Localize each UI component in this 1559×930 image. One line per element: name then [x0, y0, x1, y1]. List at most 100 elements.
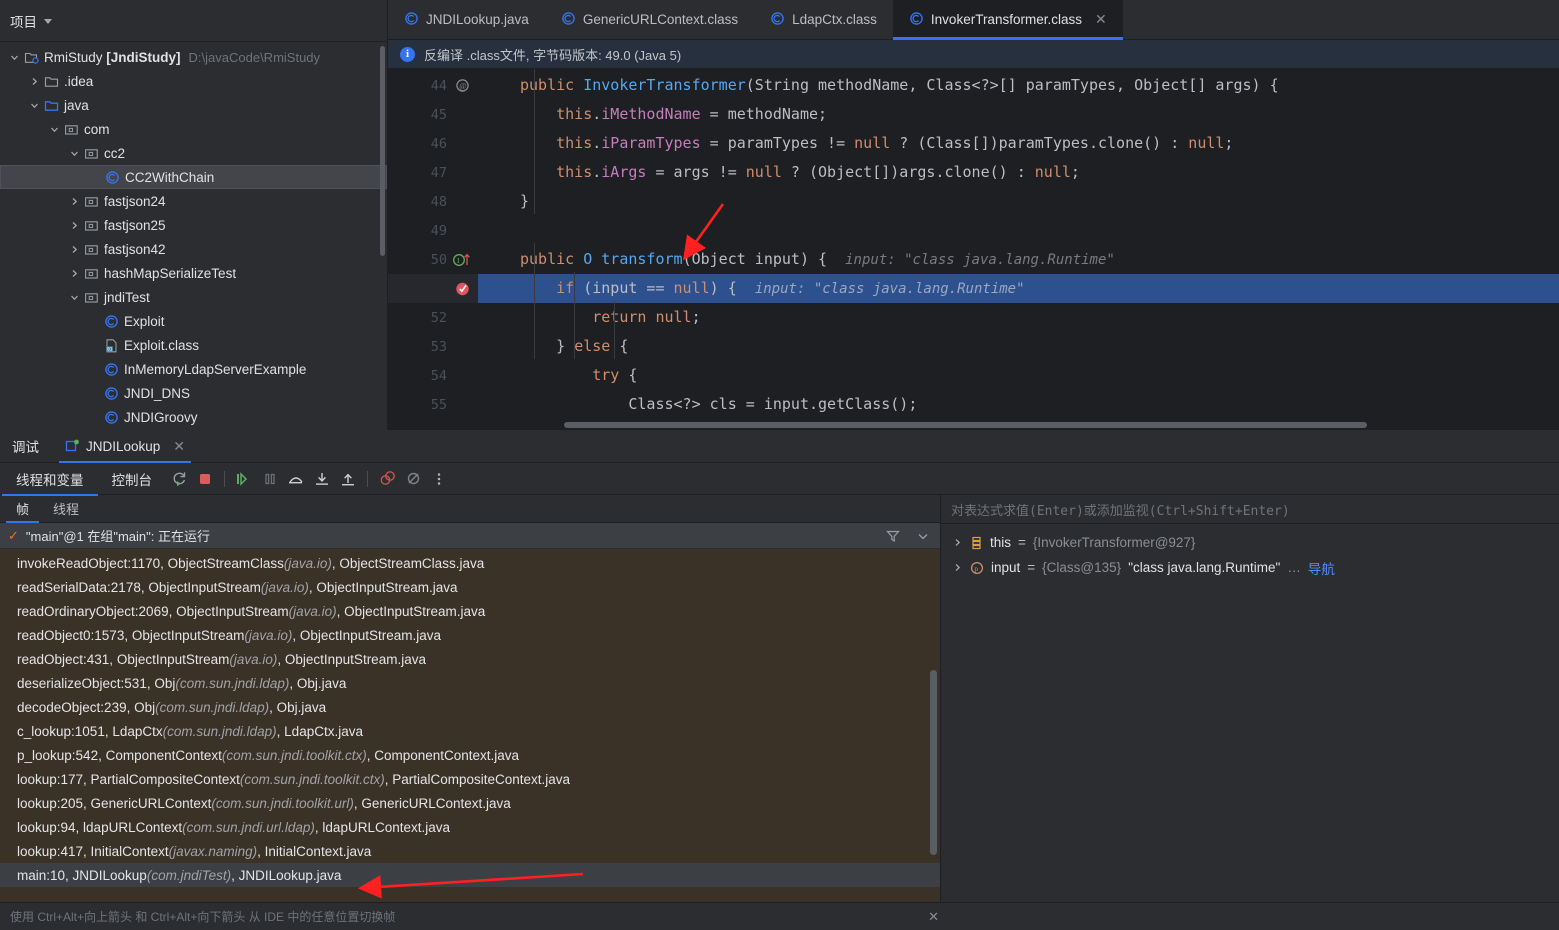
chevron-down-icon[interactable] — [66, 293, 82, 302]
chevron-down-icon[interactable] — [44, 19, 52, 24]
project-panel-header[interactable]: 项目 — [0, 0, 387, 42]
more-options-icon[interactable] — [426, 466, 452, 492]
gutter-row[interactable]: 49 — [388, 216, 478, 245]
frame-row[interactable]: readOrdinaryObject:2069, ObjectInputStre… — [0, 599, 940, 623]
tree-item[interactable]: java — [0, 93, 387, 117]
tab-console[interactable]: 控制台 — [98, 463, 167, 495]
tree-item[interactable]: JNDI_DNS — [0, 381, 387, 405]
evaluate-expression-input[interactable]: 对表达式求值(Enter)或添加监视(Ctrl+Shift+Enter) — [941, 495, 1559, 524]
frame-row[interactable]: readObject0:1573, ObjectInputStream (jav… — [0, 623, 940, 647]
tree-item[interactable]: fastjson42 — [0, 237, 387, 261]
frame-row[interactable]: lookup:177, PartialCompositeContext (com… — [0, 767, 940, 791]
variable-row[interactable]: this = {InvokerTransformer@927} — [941, 530, 1559, 555]
chevron-down-icon[interactable] — [66, 149, 82, 158]
variables-list[interactable]: this = {InvokerTransformer@927} p input = {Cla… — [941, 524, 1559, 902]
tree-item[interactable]: fastjson25 — [0, 213, 387, 237]
step-into-icon[interactable] — [309, 466, 335, 492]
breakpoint-icon[interactable] — [451, 280, 473, 297]
gutter-row[interactable]: 52 — [388, 303, 478, 332]
frame-row[interactable]: lookup:94, ldapURLContext (com.sun.jndi.… — [0, 815, 940, 839]
pause-icon[interactable] — [257, 466, 283, 492]
close-icon[interactable]: ✕ — [173, 438, 185, 455]
stop-icon[interactable] — [192, 466, 218, 492]
override-icon[interactable]: @ — [451, 78, 473, 93]
close-icon[interactable]: ✕ — [928, 909, 939, 925]
frame-row[interactable]: readObject:431, ObjectInputStream (java.… — [0, 647, 940, 671]
frame-row[interactable]: lookup:417, InitialContext (javax.naming… — [0, 839, 940, 863]
editor-tab[interactable]: JNDILookup.java — [388, 0, 545, 39]
step-over-icon[interactable] — [283, 466, 309, 492]
frame-method: lookup:177, PartialCompositeContext — [17, 771, 240, 787]
gutter-row[interactable]: 53 — [388, 332, 478, 361]
gutter-row[interactable]: 54 — [388, 361, 478, 390]
implemented-method-icon[interactable]: I — [451, 252, 473, 268]
chevron-right-icon[interactable] — [66, 197, 82, 206]
gutter-row[interactable] — [388, 274, 478, 303]
tree-item[interactable]: Exploit — [0, 309, 387, 333]
variable-row[interactable]: p input = {Class@135} "class java.lang.Runti… — [941, 555, 1559, 580]
chevron-down-icon[interactable] — [6, 53, 22, 62]
tree-item[interactable]: jndiTest — [0, 285, 387, 309]
editor-tab[interactable]: LdapCtx.class — [754, 0, 893, 39]
chevron-right-icon[interactable] — [26, 77, 42, 86]
tab-threads-and-variables[interactable]: 线程和变量 — [2, 463, 98, 496]
frame-row[interactable]: readSerialData:2178, ObjectInputStream (… — [0, 575, 940, 599]
frames-subtab[interactable]: 线程 — [41, 495, 91, 523]
tree-item[interactable]: hashMapSerializeTest — [0, 261, 387, 285]
rerun-icon[interactable] — [166, 466, 192, 492]
view-breakpoints-icon[interactable] — [400, 466, 426, 492]
editor-tab[interactable]: GenericURLContext.class — [545, 0, 754, 39]
chevron-right-icon[interactable] — [66, 269, 82, 278]
chevron-right-icon[interactable] — [951, 538, 963, 547]
frame-row[interactable]: deserializeObject:531, Obj (com.sun.jndi… — [0, 671, 940, 695]
gutter-row[interactable]: 45 — [388, 100, 478, 129]
tree-item[interactable]: cc2 — [0, 141, 387, 165]
frames-scrollbar[interactable] — [930, 670, 937, 855]
frame-row[interactable]: lookup:205, GenericURLContext (com.sun.j… — [0, 791, 940, 815]
tree-item[interactable]: RmiStudy [JndiStudy] D:\javaCode\RmiStudy — [0, 45, 387, 69]
gutter-row[interactable]: 46 — [388, 129, 478, 158]
thread-selector-row[interactable]: ✓ "main"@1 在组"main": 正在运行 — [0, 523, 940, 549]
tree-item-selected[interactable]: CC2WithChain — [0, 165, 387, 189]
gutter-row[interactable]: 50 I — [388, 245, 478, 274]
tree-item[interactable]: InMemoryLdapServerExample — [0, 357, 387, 381]
filter-icon[interactable] — [886, 529, 900, 543]
frame-row[interactable]: p_lookup:542, ComponentContext (com.sun.… — [0, 743, 940, 767]
tree-item[interactable]: JNDIGroovy — [0, 405, 387, 429]
editor-gutter[interactable]: 44 @ 45 46 47 48 49 50 I 52 53 54 55 — [388, 69, 478, 430]
frame-row[interactable]: main:10, JNDILookup (com.jndiTest), JNDI… — [0, 863, 940, 887]
frames-list[interactable]: invokeReadObject:1170, ObjectStreamClass… — [0, 549, 940, 902]
chevron-right-icon[interactable] — [66, 245, 82, 254]
tree-item[interactable]: 01 Exploit.class — [0, 333, 387, 357]
gutter-row[interactable]: 47 — [388, 158, 478, 187]
debug-session-tab[interactable]: JNDILookup ✕ — [53, 430, 197, 463]
step-out-icon[interactable] — [335, 466, 361, 492]
chevron-right-icon[interactable] — [66, 221, 82, 230]
project-panel-title: 项目 — [10, 14, 37, 30]
tree-item[interactable]: com — [0, 117, 387, 141]
code-viewport[interactable]: 44 @ 45 46 47 48 49 50 I 52 53 54 55 public InvokerT… — [388, 69, 1559, 430]
gutter-row[interactable]: 55 — [388, 390, 478, 419]
project-tree-scrollbar[interactable] — [380, 46, 385, 256]
editor-tab[interactable]: InvokerTransformer.class ✕ — [892, 0, 1123, 40]
code-lines[interactable]: public InvokerTransformer(String methodN… — [478, 69, 1559, 430]
frame-row[interactable]: decodeObject:239, Obj (com.sun.jndi.ldap… — [0, 695, 940, 719]
gutter-row[interactable]: 48 — [388, 187, 478, 216]
gutter-row[interactable]: 44 @ — [388, 71, 478, 100]
chevron-down-icon[interactable] — [916, 529, 930, 543]
code-horizontal-scrollbar[interactable] — [478, 422, 1549, 428]
mute-breakpoints-icon[interactable] — [374, 466, 400, 492]
frame-row[interactable]: invokeReadObject:1170, ObjectStreamClass… — [0, 551, 940, 575]
tree-item[interactable]: fastjson24 — [0, 189, 387, 213]
frame-row[interactable]: c_lookup:1051, LdapCtx (com.sun.jndi.lda… — [0, 719, 940, 743]
resume-icon[interactable] — [231, 466, 257, 492]
line-number: 45 — [430, 106, 447, 123]
project-tree[interactable]: RmiStudy [JndiStudy] D:\javaCode\RmiStudy… — [0, 42, 387, 430]
close-icon[interactable]: ✕ — [1095, 11, 1107, 28]
chevron-down-icon[interactable] — [26, 101, 42, 110]
navigate-link[interactable]: 导航 — [1308, 558, 1335, 578]
tree-item[interactable]: .idea — [0, 69, 387, 93]
chevron-right-icon[interactable] — [951, 563, 963, 572]
chevron-down-icon[interactable] — [46, 125, 62, 134]
frames-subtab[interactable]: 帧 — [4, 495, 41, 523]
